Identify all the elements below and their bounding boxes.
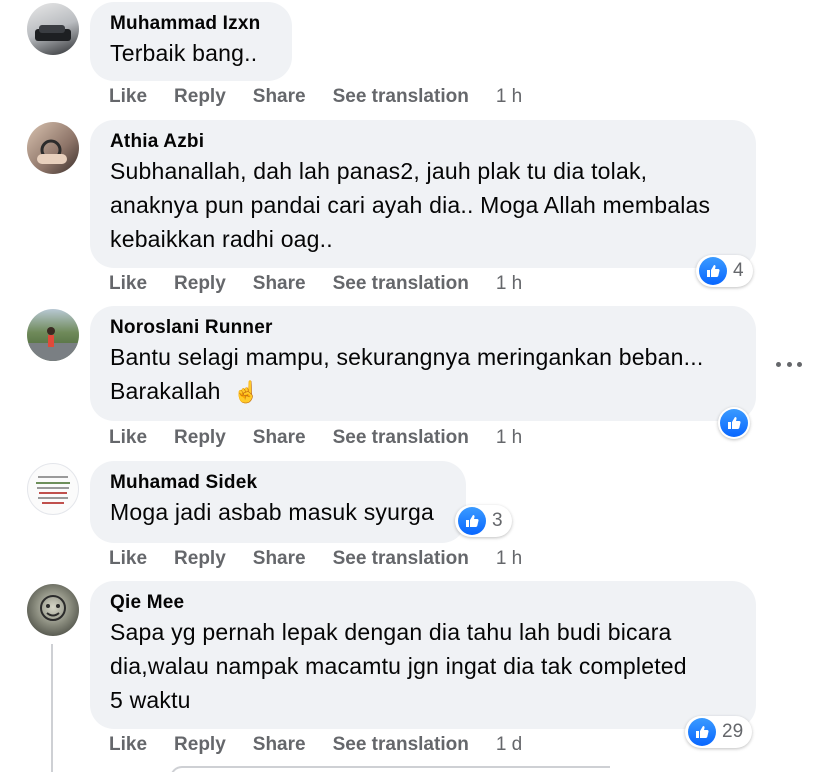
share-button[interactable]: Share <box>253 86 306 108</box>
timestamp[interactable]: 1 h <box>496 86 522 108</box>
avatar[interactable] <box>27 122 79 174</box>
reply-button[interactable]: Reply <box>174 548 226 570</box>
see-translation-button[interactable]: See translation <box>333 548 469 570</box>
comment-bubble: Qie Mee Sapa yg pernah lepak dengan dia … <box>90 581 756 729</box>
comment-text-line: Barakallah ☝️ <box>110 374 738 410</box>
comment-author[interactable]: Muhammad Izxn <box>110 12 274 36</box>
reply-thread-connector <box>170 766 610 772</box>
thumbs-up-icon <box>699 257 727 285</box>
timestamp[interactable]: 1 h <box>496 273 522 295</box>
comment-author[interactable]: Qie Mee <box>110 591 738 615</box>
thumbs-up-icon <box>720 409 748 437</box>
like-button[interactable]: Like <box>109 734 147 756</box>
share-button[interactable]: Share <box>253 548 306 570</box>
avatar[interactable] <box>27 584 79 636</box>
thumbs-up-icon <box>458 507 486 535</box>
share-button[interactable]: Share <box>253 427 306 449</box>
comment-text-line: dia,walau nampak macamtu jgn ingat dia t… <box>110 653 687 679</box>
reply-button[interactable]: Reply <box>174 86 226 108</box>
comment-text-line: Subhanallah, dah lah panas2, jauh plak t… <box>110 158 648 184</box>
like-button[interactable]: Like <box>109 273 147 295</box>
comment-author[interactable]: Athia Azbi <box>110 130 738 154</box>
comment-text-line: Sapa yg pernah lepak dengan dia tahu lah… <box>110 619 672 645</box>
comment-text: Terbaik bang.. <box>110 40 258 66</box>
thumbs-up-icon <box>688 718 716 746</box>
reaction-count[interactable]: 29 <box>685 716 753 748</box>
comment-actions: Like Reply Share See translation 1 d <box>109 733 549 757</box>
comment-actions: Like Reply Share See translation 1 h <box>109 85 549 109</box>
reply-button[interactable]: Reply <box>174 427 226 449</box>
comment-text-line: anaknya pun pandai cari ayah dia.. Moga … <box>110 192 711 218</box>
comment-bubble: Muhammad Izxn Terbaik bang.. <box>90 2 292 81</box>
see-translation-button[interactable]: See translation <box>333 734 469 756</box>
like-button[interactable]: Like <box>109 548 147 570</box>
hand-pointing-up-emoji: ☝️ <box>233 381 260 404</box>
share-button[interactable]: Share <box>253 734 306 756</box>
comment-bubble: Muhamad Sidek Moga jadi asbab masuk syur… <box>90 461 466 543</box>
timestamp[interactable]: 1 h <box>496 427 522 449</box>
avatar[interactable] <box>27 309 79 361</box>
like-button[interactable]: Like <box>109 86 147 108</box>
see-translation-button[interactable]: See translation <box>333 273 469 295</box>
reply-button[interactable]: Reply <box>174 273 226 295</box>
reply-button[interactable]: Reply <box>174 734 226 756</box>
reaction-count[interactable] <box>718 407 750 439</box>
like-button[interactable]: Like <box>109 427 147 449</box>
reaction-count[interactable]: 4 <box>696 255 753 287</box>
comment-actions: Like Reply Share See translation 1 h <box>109 426 549 450</box>
comment-actions: Like Reply Share See translation 1 h <box>109 272 549 296</box>
reaction-count[interactable]: 3 <box>455 505 512 537</box>
comment-text: Moga jadi asbab masuk syurga <box>110 499 434 525</box>
reaction-count-text: 29 <box>722 721 744 742</box>
comment-text: Barakallah <box>110 378 221 404</box>
reaction-count-text: 4 <box>733 260 744 281</box>
comment-author[interactable]: Muhamad Sidek <box>110 471 448 495</box>
avatar[interactable] <box>27 3 79 55</box>
comment-bubble: Noroslani Runner Bantu selagi mampu, sek… <box>90 306 756 421</box>
comment-text-line: Bantu selagi mampu, sekurangnya meringan… <box>110 344 704 370</box>
see-translation-button[interactable]: See translation <box>333 427 469 449</box>
comment-text-line: 5 waktu <box>110 687 191 713</box>
more-horizontal-icon[interactable] <box>776 352 802 376</box>
comment-text-line: kebaikkan radhi oag.. <box>110 226 333 252</box>
comment-bubble: Athia Azbi Subhanallah, dah lah panas2, … <box>90 120 756 268</box>
avatar[interactable] <box>27 463 79 515</box>
reaction-count-text: 3 <box>492 510 503 531</box>
comment-author[interactable]: Noroslani Runner <box>110 316 738 340</box>
timestamp[interactable]: 1 d <box>496 734 522 756</box>
comment-actions: Like Reply Share See translation 1 h <box>109 547 549 571</box>
see-translation-button[interactable]: See translation <box>333 86 469 108</box>
timestamp[interactable]: 1 h <box>496 548 522 570</box>
share-button[interactable]: Share <box>253 273 306 295</box>
thread-line <box>51 644 53 772</box>
